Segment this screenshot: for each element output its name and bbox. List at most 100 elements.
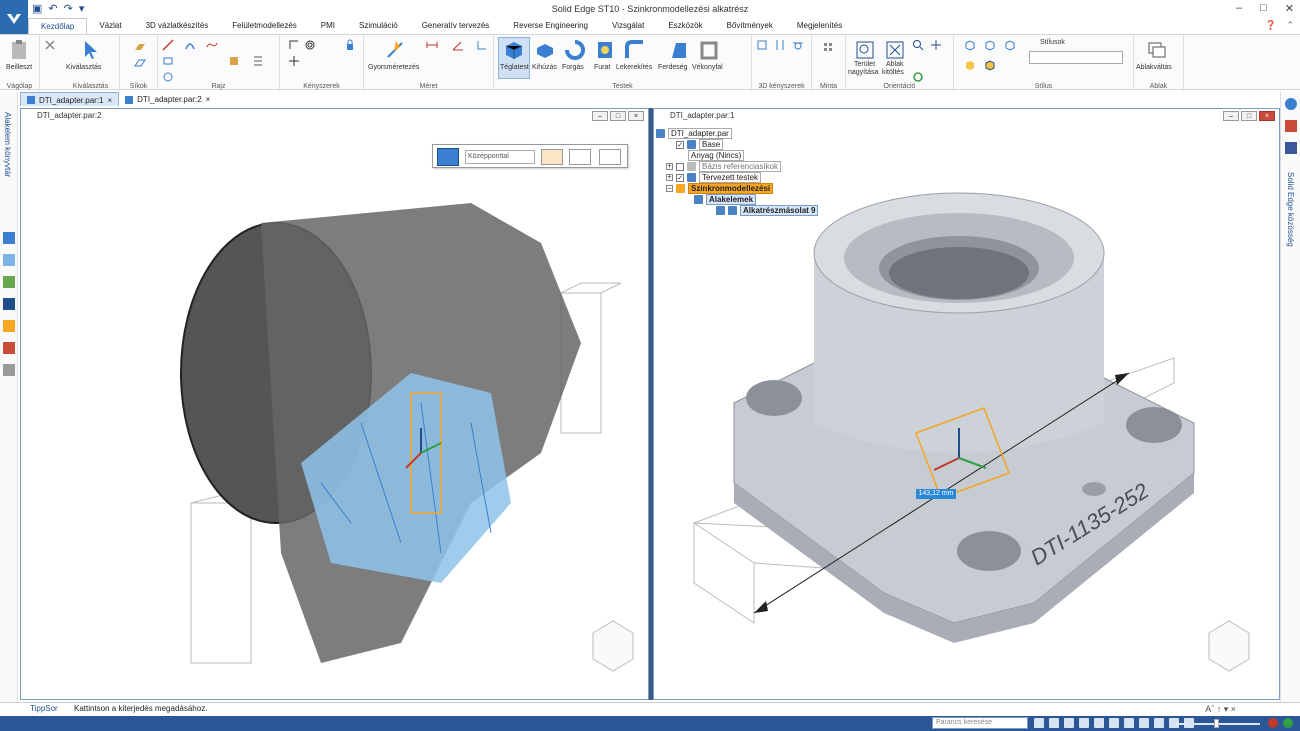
arrow-icon[interactable] [1034,718,1044,728]
minimize-button[interactable]: – [1236,2,1242,15]
expand-icon[interactable]: + [666,163,673,170]
add-icon[interactable] [1283,718,1293,728]
fill-icon[interactable] [228,55,240,67]
tab-vizsgalat[interactable]: Vizsgálat [600,18,656,34]
feature-library-tab[interactable]: Alakelem könyvtár [3,112,12,177]
hole-label[interactable]: Furat [594,64,610,71]
box-icon[interactable] [503,39,525,61]
dimension-value-label[interactable]: 143,12 mm [916,489,956,499]
tree-row-material[interactable]: Anyag (Nincs) [688,150,745,161]
switch-window-icon[interactable] [1146,39,1168,61]
tree-row-base[interactable]: ✓ Base [676,139,724,150]
view-orientation-icon[interactable] [1139,718,1149,728]
rectangle-icon[interactable] [162,55,174,67]
fit-label-1[interactable]: Ablak [886,61,904,68]
quickbar-color-button[interactable] [569,149,591,165]
facebook-icon[interactable] [1285,142,1297,154]
view-style-icon[interactable] [964,39,976,51]
doc-tab-1[interactable]: DTI_adapter.par:1 × [20,92,120,106]
pane-minimize-button[interactable]: – [1223,111,1239,121]
command-search-input[interactable]: Parancs keresése [932,717,1028,729]
quickbar-options-button[interactable] [541,149,563,165]
zoom-icon[interactable] [912,39,924,51]
horizontal-vertical-icon[interactable] [288,55,300,67]
tab-kezdolap[interactable]: Kezdőlap [28,18,88,34]
pan-icon[interactable] [930,39,942,51]
pattern-icon[interactable] [252,55,264,67]
smart-dimension-icon[interactable] [384,39,406,61]
collapse-ribbon-icon[interactable]: ⌃ [1286,20,1294,31]
views-icon[interactable] [3,298,15,310]
tab-bovitmenyek[interactable]: Bővítmények [715,18,785,34]
prompt-controls-icon[interactable]: Aˆ ↑ ▾ × [1205,704,1236,715]
pathfinder-icon[interactable] [3,232,15,244]
collapse-icon[interactable]: – [666,185,673,192]
mesh-model-view[interactable] [21,123,648,699]
tools-wrench-icon[interactable] [3,364,15,376]
maximize-button[interactable]: □ [1260,2,1267,15]
paste-button-label[interactable]: Beilleszt [6,64,32,71]
box-button-label[interactable]: Téglatest [500,64,529,71]
quickbar-line-button[interactable] [599,149,621,165]
select-button-label[interactable]: Kiválasztás [66,64,101,71]
tree-row-features[interactable]: Alakelemek [694,194,757,205]
layers-icon[interactable] [3,254,15,266]
select-arrow-icon[interactable] [80,39,102,61]
thin-wall-icon[interactable] [698,39,720,61]
tree-row-reference-planes[interactable]: + Bázis referenciasíkok [666,161,782,172]
checkbox-checked-icon[interactable]: ✓ [676,173,684,182]
tree-row-design-bodies[interactable]: + ✓ Tervezett testek [666,172,762,183]
line-icon[interactable] [162,39,174,51]
parallel-icon[interactable] [774,39,786,51]
view-style-3-icon[interactable] [1004,39,1016,51]
tree-row-synchronous[interactable]: – Szinkronmodellezési [666,183,774,194]
prompt-tab[interactable]: TippSor [20,704,58,713]
rotate-view-icon[interactable] [912,71,924,83]
paste-icon[interactable] [8,39,30,61]
round-label[interactable]: Lekerekítés [616,64,652,71]
zoom-status-icon[interactable] [1064,718,1074,728]
sensors-icon[interactable] [3,320,15,332]
pane-close-button[interactable]: × [628,111,644,121]
zoom-area-icon[interactable] [854,39,876,61]
plane-icon[interactable] [134,41,146,53]
zoom-slider-thumb[interactable] [1214,719,1219,728]
tab-megjelenites[interactable]: Megjelenítés [785,18,854,34]
lock-constraint-icon[interactable] [344,39,356,51]
pane-close-button[interactable]: × [1259,111,1275,121]
thin-wall-label[interactable]: Vékonyfal [692,64,723,71]
tab-3d-vazlat[interactable]: 3D vázlatkészítés [134,18,221,34]
tree-row-part-copy[interactable]: Alkatrészmásolat 9 [716,205,819,216]
shaded-edges-icon[interactable] [984,59,996,71]
zoom-area-status-icon[interactable] [1049,718,1059,728]
youtube-icon[interactable] [1285,120,1297,132]
color-manager-icon[interactable] [3,276,15,288]
connect-icon[interactable] [288,39,300,51]
pane-restore-button[interactable]: □ [610,111,626,121]
shaded-icon[interactable] [964,59,976,71]
tab-reverse-engineering[interactable]: Reverse Engineering [501,18,600,34]
plane-coincident-icon[interactable] [134,57,146,69]
rotate-status-icon[interactable] [1109,718,1119,728]
hole-icon[interactable] [594,39,616,61]
pane-restore-button[interactable]: □ [1241,111,1257,121]
distance-between-icon[interactable] [426,39,438,51]
revolve-label[interactable]: Forgás [562,64,584,71]
zoom-area-label-1[interactable]: Terület [854,61,875,68]
tab-generativ[interactable]: Generatív tervezés [410,18,502,34]
tab-pmi[interactable]: PMI [309,18,347,34]
cut-icon[interactable] [44,39,56,51]
tab-eszkozok[interactable]: Eszközök [656,18,714,34]
family-table-icon[interactable] [3,342,15,354]
tab-szimulacio[interactable]: Szimuláció [347,18,410,34]
tangent-icon[interactable] [792,39,804,51]
switch-window-label[interactable]: Ablakváltás [1136,64,1172,71]
pan-status-icon[interactable] [1094,718,1104,728]
pane-minimize-button[interactable]: – [592,111,608,121]
circle-icon[interactable] [162,71,174,83]
fit-icon[interactable] [884,39,906,61]
round-icon[interactable] [624,39,646,61]
style-status-icon[interactable] [1154,718,1164,728]
angle-between-icon[interactable] [452,39,464,51]
extrude-label[interactable]: Kihúzás [532,64,557,71]
